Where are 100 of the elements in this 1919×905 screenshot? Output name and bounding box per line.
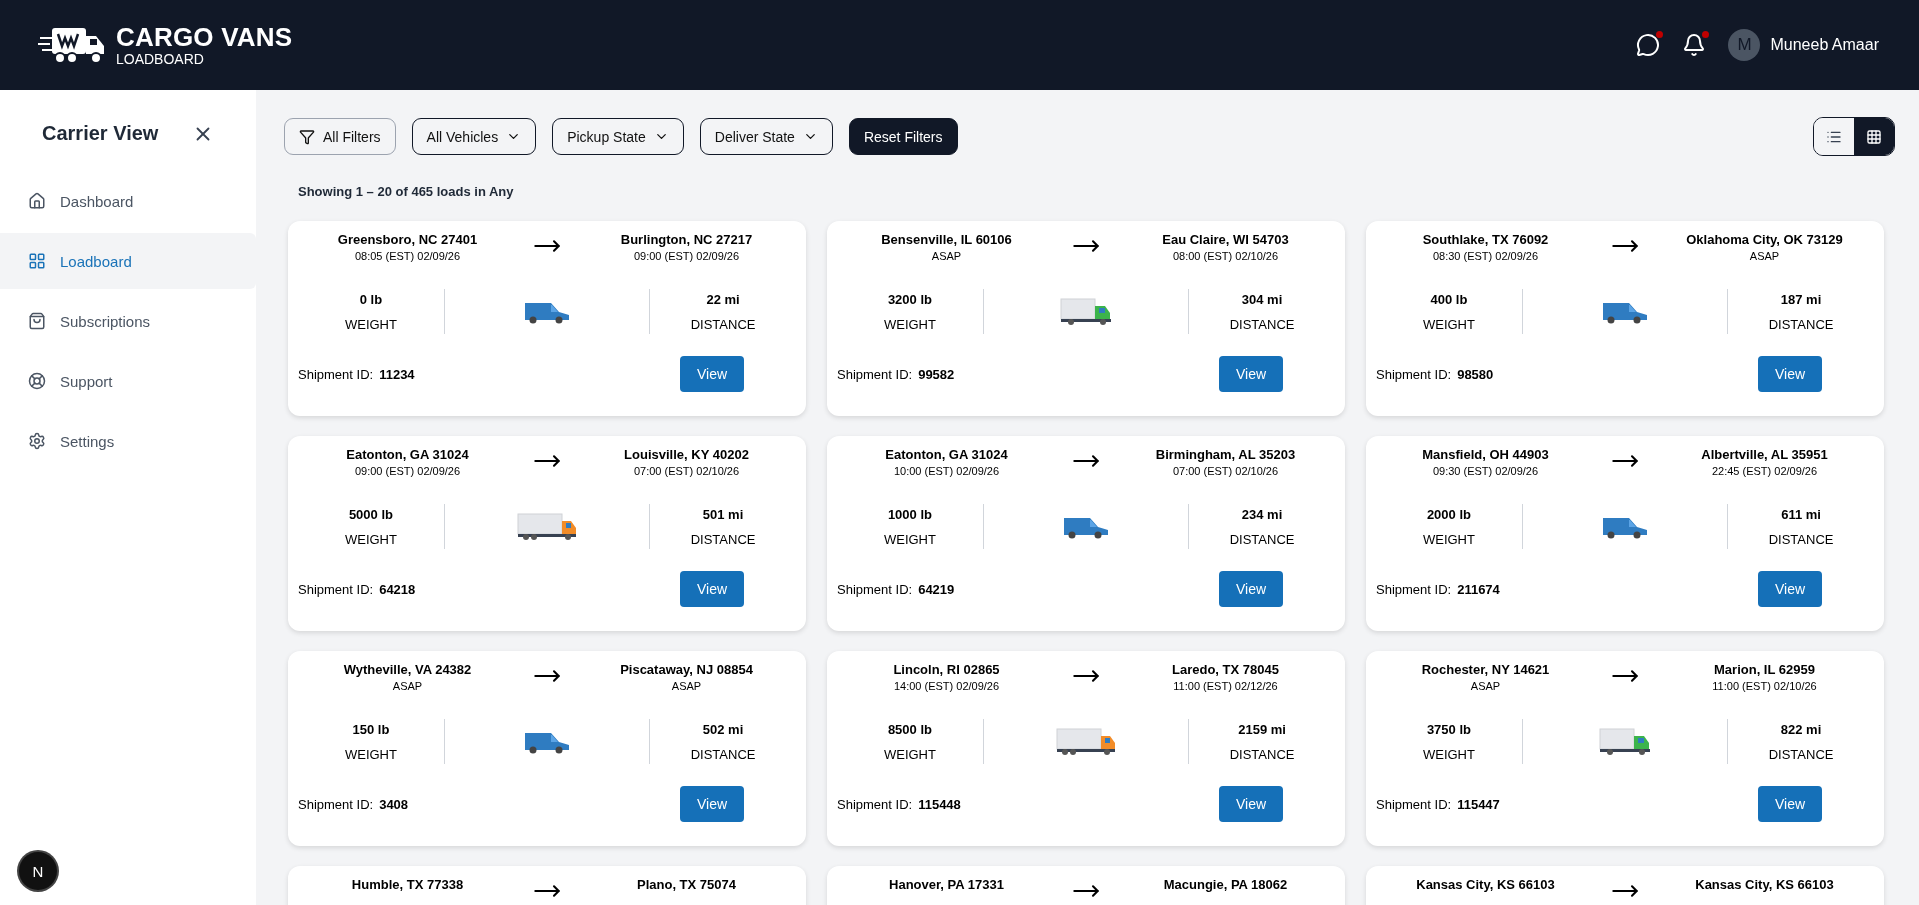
shipment-id: 211674 bbox=[1457, 582, 1500, 597]
weight-label: WEIGHT bbox=[883, 531, 936, 547]
view-button[interactable]: View bbox=[680, 786, 744, 822]
delivery-time: 11:00 (EST) 02/10/26 bbox=[1712, 680, 1817, 692]
distance-value: 304 mi bbox=[1241, 291, 1283, 307]
grid-icon bbox=[1866, 128, 1882, 145]
pickup-city: Greensboro, NC 27401 bbox=[337, 232, 478, 247]
weight-value: 400 lb bbox=[1430, 291, 1468, 307]
shipment-id-label: Shipment ID: bbox=[1376, 582, 1452, 597]
weight-label: WEIGHT bbox=[344, 531, 397, 547]
pickup-city: Southlake, TX 76092 bbox=[1422, 232, 1549, 247]
distance-value: 234 mi bbox=[1241, 506, 1283, 522]
delivery-time: ASAP bbox=[671, 680, 702, 692]
pickup-time: 10:00 (EST) 02/09/26 bbox=[893, 465, 1000, 477]
view-button[interactable]: View bbox=[680, 356, 744, 392]
sidebar-item[interactable]: Loadboard bbox=[0, 233, 256, 289]
delivery-city: Birmingham, AL 35203 bbox=[1155, 447, 1296, 462]
sidebar-item[interactable]: Settings bbox=[0, 413, 256, 469]
delivery-city: Eau Claire, WI 54703 bbox=[1162, 232, 1289, 247]
delivery-time: 22:45 (EST) 02/09/26 bbox=[1711, 465, 1818, 477]
distance-value: 187 mi bbox=[1780, 291, 1822, 307]
weight-label: WEIGHT bbox=[883, 746, 936, 762]
delivery-city: Louisville, KY 40202 bbox=[624, 447, 749, 462]
filter-dropdown[interactable]: Pickup State bbox=[552, 118, 684, 155]
shipment-id-label: Shipment ID: bbox=[298, 582, 374, 597]
distance-label: DISTANCE bbox=[690, 746, 756, 762]
delivery-time: 09:00 (EST) 02/09/26 bbox=[633, 250, 740, 262]
distance-value: 501 mi bbox=[702, 506, 744, 522]
weight-value: 3200 lb bbox=[887, 291, 932, 307]
dev-badge[interactable]: N bbox=[19, 852, 57, 890]
reset-filters-button[interactable]: Reset Filters bbox=[848, 118, 958, 155]
user-name[interactable]: Muneeb Amaar bbox=[1770, 36, 1879, 54]
pickup-time: 14:00 (EST) 02/09/26 bbox=[893, 680, 1000, 692]
notifications-icon[interactable] bbox=[1682, 33, 1707, 57]
distance-value: 22 mi bbox=[706, 291, 740, 307]
shipment-id-label: Shipment ID: bbox=[298, 367, 374, 382]
view-button[interactable]: View bbox=[680, 571, 744, 607]
view-button[interactable]: View bbox=[1219, 786, 1283, 822]
delivery-city: Albertville, AL 35951 bbox=[1701, 447, 1828, 462]
delivery-city: Marion, IL 62959 bbox=[1714, 662, 1815, 677]
distance-value: 502 mi bbox=[702, 721, 744, 737]
pickup-city: Mansfield, OH 44903 bbox=[1422, 447, 1549, 462]
sidebar-item[interactable]: Support bbox=[0, 353, 256, 409]
distance-label: DISTANCE bbox=[1768, 746, 1834, 762]
sidebar-item[interactable]: Subscriptions bbox=[0, 293, 256, 349]
pickup-city: Lincoln, RI 02865 bbox=[893, 662, 1000, 677]
delivery-city: Laredo, TX 78045 bbox=[1172, 662, 1279, 677]
distance-label: DISTANCE bbox=[1768, 316, 1834, 332]
distance-value: 2159 mi bbox=[1238, 721, 1286, 737]
shipment-id: 115448 bbox=[918, 797, 961, 812]
distance-label: DISTANCE bbox=[1229, 316, 1295, 332]
weight-label: WEIGHT bbox=[344, 746, 397, 762]
distance-label: DISTANCE bbox=[690, 316, 756, 332]
filter-dropdown[interactable]: All Vehicles bbox=[411, 118, 537, 155]
pickup-city: Humble, TX 77338 bbox=[351, 877, 464, 892]
shipment-id: 3408 bbox=[379, 797, 409, 812]
pickup-time: 09:30 (EST) 02/09/26 bbox=[1432, 465, 1539, 477]
pickup-city: Wytheville, VA 24382 bbox=[343, 662, 472, 677]
chat-bubble-icon[interactable] bbox=[1636, 33, 1661, 57]
shipment-id-label: Shipment ID: bbox=[1376, 797, 1452, 812]
delivery-city: Kansas City, KS 66103 bbox=[1695, 877, 1834, 892]
lifebuoy-icon bbox=[28, 372, 46, 390]
grid-view-button[interactable] bbox=[1854, 118, 1894, 155]
pickup-time: 08:30 (EST) 02/09/26 bbox=[1432, 250, 1539, 262]
delivery-city: Piscataway, NJ 08854 bbox=[620, 662, 753, 677]
weight-value: 150 lb bbox=[352, 721, 390, 737]
pickup-time: 08:05 (EST) 02/09/26 bbox=[354, 250, 461, 262]
pickup-city: Eatonton, GA 31024 bbox=[346, 447, 469, 462]
shipment-id-label: Shipment ID: bbox=[1376, 367, 1452, 382]
delivery-time: 11:00 (EST) 02/12/26 bbox=[1173, 680, 1278, 692]
grid-icon bbox=[28, 252, 46, 270]
pickup-city: Eatonton, GA 31024 bbox=[885, 447, 1008, 462]
weight-label: WEIGHT bbox=[344, 316, 397, 332]
weight-value: 3750 lb bbox=[1426, 721, 1471, 737]
pickup-city: Kansas City, KS 66103 bbox=[1416, 877, 1555, 892]
distance-label: DISTANCE bbox=[690, 531, 756, 547]
delivery-time: 07:00 (EST) 02/10/26 bbox=[1172, 465, 1279, 477]
large-truck-icon bbox=[1055, 726, 1117, 757]
weight-value: 2000 lb bbox=[1426, 506, 1471, 522]
filter-dropdown[interactable]: Deliver State bbox=[699, 118, 833, 155]
logo-subtitle: LOADBOARD bbox=[116, 52, 205, 66]
delivery-city: Oklahoma City, OK 73129 bbox=[1686, 232, 1843, 247]
view-button[interactable]: View bbox=[1758, 356, 1822, 392]
sidebar-item[interactable]: Dashboard bbox=[0, 173, 256, 229]
view-button[interactable]: View bbox=[1219, 571, 1283, 607]
view-button[interactable]: View bbox=[1758, 571, 1822, 607]
pickup-time: ASAP bbox=[392, 680, 423, 692]
view-button[interactable]: View bbox=[1758, 786, 1822, 822]
weight-value: 8500 lb bbox=[887, 721, 932, 737]
weight-value: 0 lb bbox=[359, 291, 383, 307]
shipment-id: 98580 bbox=[1457, 367, 1494, 382]
view-button[interactable]: View bbox=[1219, 356, 1283, 392]
distance-label: DISTANCE bbox=[1229, 746, 1295, 762]
box-truck-icon bbox=[1059, 296, 1113, 327]
all-filters-button[interactable]: All Filters bbox=[284, 118, 396, 155]
weight-label: WEIGHT bbox=[883, 316, 936, 332]
shopping-bag-icon bbox=[28, 312, 46, 330]
delivery-city: Burlington, NC 27217 bbox=[620, 232, 753, 247]
weight-value: 1000 lb bbox=[887, 506, 932, 522]
shipment-id-label: Shipment ID: bbox=[837, 582, 913, 597]
